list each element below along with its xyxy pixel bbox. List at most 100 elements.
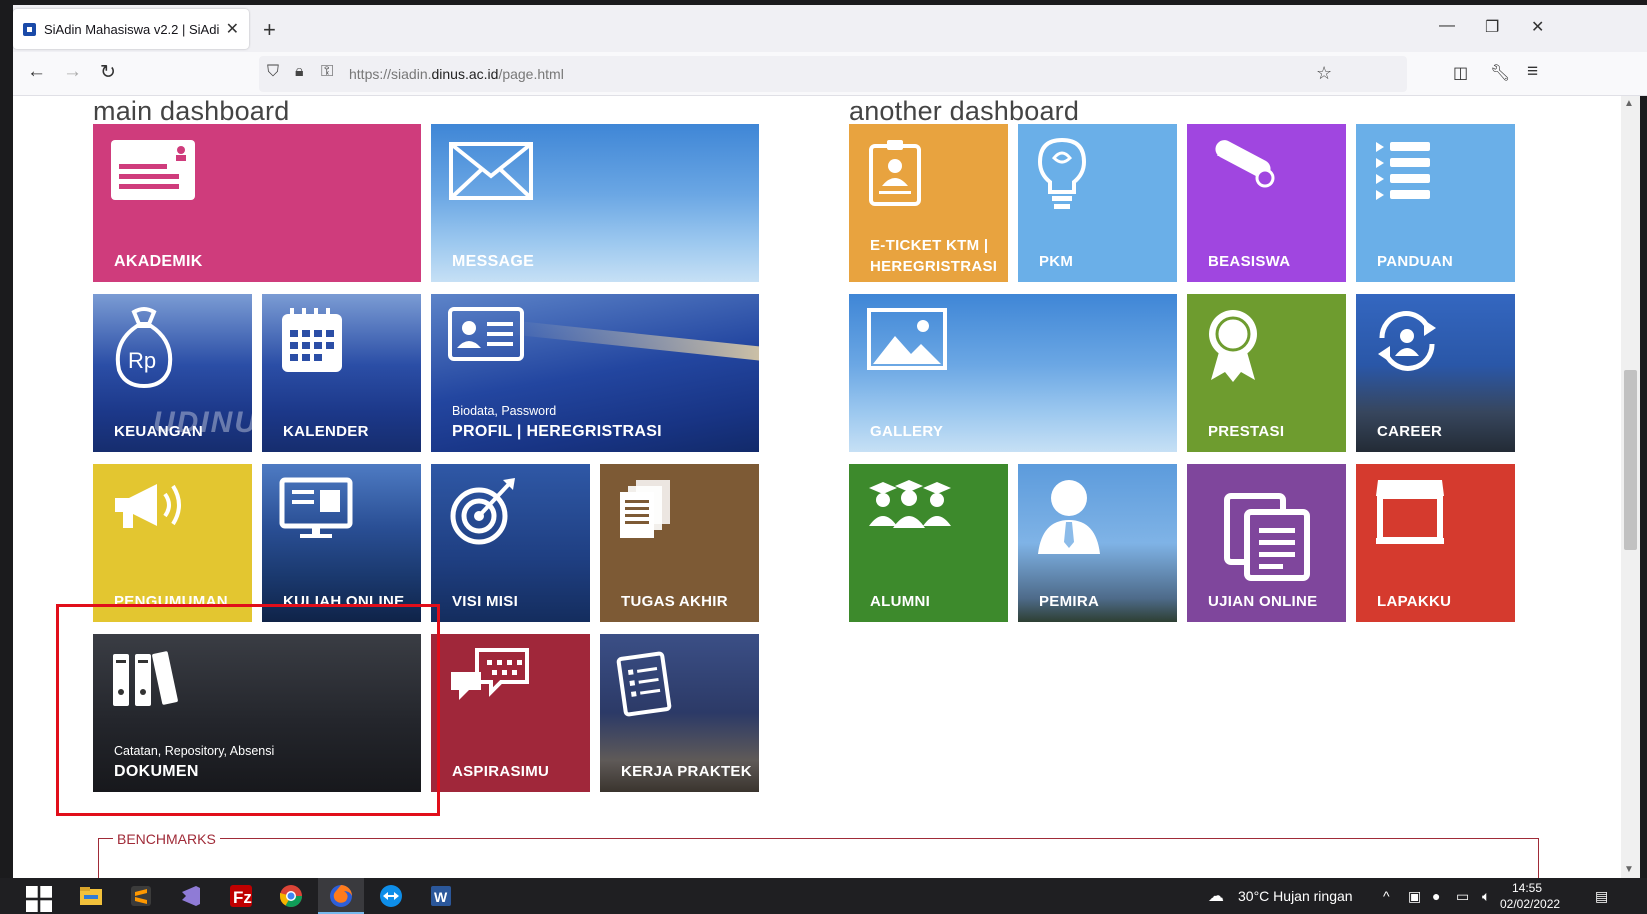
tile-aspirasimu[interactable]: ASPIRASIMU bbox=[431, 634, 590, 792]
restore-icon[interactable]: ❐ bbox=[1485, 17, 1499, 37]
notification-icon[interactable]: ▤ bbox=[1595, 888, 1608, 905]
browser-tab-bar: SiAdin Mahasiswa v2.2 | SiAdin ✕ + — ❐ ✕ bbox=[13, 5, 1647, 52]
menu-icon[interactable]: ≡ bbox=[1527, 61, 1538, 83]
main-dashboard-title: main dashboard bbox=[93, 96, 290, 126]
copy-documents-icon bbox=[1224, 493, 1310, 581]
tile-lapakku[interactable]: LAPAKKU bbox=[1356, 464, 1515, 622]
tile-sublabel: Biodata, Password bbox=[452, 404, 557, 418]
tray-device-icon[interactable]: ▣ bbox=[1408, 888, 1421, 905]
tile-label: CAREER bbox=[1377, 423, 1443, 440]
reload-icon[interactable]: ↻ bbox=[100, 61, 116, 84]
weather-text[interactable]: 30°C Hujan ringan bbox=[1238, 888, 1353, 904]
firefox-active-slot[interactable] bbox=[318, 878, 364, 914]
tile-eticket-ktm[interactable]: E-TICKET KTM | HEREGRISTRASI bbox=[849, 124, 1008, 282]
tile-label: PRESTASI bbox=[1208, 423, 1285, 440]
tile-keuangan[interactable]: UDINUS Rp KEUANGAN bbox=[93, 294, 252, 452]
close-tab-icon[interactable]: ✕ bbox=[226, 19, 239, 39]
pocket-icon[interactable]: ◫ bbox=[1453, 63, 1468, 83]
tile-kuliah-online[interactable]: KULIAH ONLINE bbox=[262, 464, 421, 622]
list-icon bbox=[1376, 142, 1430, 200]
tile-career[interactable]: CAREER bbox=[1356, 294, 1515, 452]
diploma-icon bbox=[1215, 140, 1275, 188]
weather-cloud-icon[interactable]: ☁ bbox=[1208, 886, 1224, 906]
browser-tab[interactable]: SiAdin Mahasiswa v2.2 | SiAdin ✕ bbox=[13, 9, 249, 49]
bookmark-star-icon[interactable]: ☆ bbox=[1316, 63, 1332, 84]
tile-label: PANDUAN bbox=[1377, 253, 1453, 270]
scroll-up-icon[interactable]: ▲ bbox=[1624, 98, 1634, 109]
tile-gallery[interactable]: GALLERY bbox=[849, 294, 1177, 452]
minimize-icon[interactable]: — bbox=[1439, 17, 1455, 35]
monitor-icon bbox=[279, 477, 353, 538]
tile-akademik[interactable]: AKADEMIK bbox=[93, 124, 421, 282]
chat-bubbles-icon bbox=[451, 648, 529, 700]
tile-label: ASPIRASIMU bbox=[452, 763, 550, 780]
tray-app-icon[interactable]: ● bbox=[1432, 888, 1440, 904]
svg-text:W: W bbox=[434, 889, 448, 905]
tray-chevron-icon[interactable]: ^ bbox=[1383, 888, 1390, 904]
chrome-icon[interactable] bbox=[278, 883, 304, 909]
profile-card-icon bbox=[448, 307, 524, 361]
envelope-icon bbox=[449, 142, 533, 200]
firefox-icon[interactable] bbox=[328, 883, 354, 909]
tile-alumni[interactable]: ALUMNI bbox=[849, 464, 1008, 622]
tile-label: UJIAN ONLINE bbox=[1208, 593, 1318, 610]
key-icon[interactable]: ⚿ bbox=[321, 63, 333, 81]
tile-pkm[interactable]: PKM bbox=[1018, 124, 1177, 282]
scroll-down-icon[interactable]: ▼ bbox=[1624, 864, 1634, 875]
page-scrollbar[interactable]: ▲ ▼ bbox=[1621, 96, 1640, 878]
megaphone-icon bbox=[115, 484, 181, 528]
clock-time[interactable]: 14:55 bbox=[1512, 881, 1542, 895]
tile-dokumen[interactable]: Catatan, Repository, Absensi DOKUMEN bbox=[93, 634, 421, 792]
image-icon bbox=[867, 308, 947, 370]
tile-label: PENGUMUMAN bbox=[114, 593, 228, 610]
new-tab-icon[interactable]: + bbox=[263, 17, 276, 43]
forward-icon[interactable]: → bbox=[63, 61, 82, 83]
tile-label: PKM bbox=[1039, 253, 1074, 270]
target-icon bbox=[450, 478, 515, 545]
benchmarks-label: BENCHMARKS bbox=[113, 831, 220, 847]
lock-icon[interactable]: 🔒︎ bbox=[295, 63, 304, 81]
another-dashboard-title: another dashboard bbox=[849, 96, 1080, 126]
windows-start-icon[interactable] bbox=[26, 886, 52, 912]
sublime-text-icon[interactable] bbox=[128, 883, 154, 909]
network-icon[interactable]: ▭ bbox=[1456, 888, 1469, 905]
tile-label: TUGAS AKHIR bbox=[621, 593, 728, 610]
visual-studio-icon[interactable] bbox=[178, 883, 204, 909]
tile-tugas-akhir[interactable]: TUGAS AKHIR bbox=[600, 464, 759, 622]
browser-toolbar: ← → ↻ ⛉ 🔒︎ ⚿ https://siadin.dinus.ac.id/… bbox=[13, 52, 1647, 96]
tile-ujian-online[interactable]: UJIAN ONLINE bbox=[1187, 464, 1346, 622]
close-window-icon[interactable]: ✕ bbox=[1531, 17, 1544, 37]
page-content: main dashboard another dashboard AKADEMI… bbox=[13, 96, 1621, 878]
tile-visi-misi[interactable]: VISI MISI bbox=[431, 464, 590, 622]
back-icon[interactable]: ← bbox=[27, 61, 46, 83]
tile-profil-heregristrasi[interactable]: Biodata, Password PROFIL | HEREGRISTRASI bbox=[431, 294, 759, 452]
tile-message[interactable]: MESSAGE bbox=[431, 124, 759, 282]
binders-icon bbox=[113, 651, 178, 706]
volume-icon[interactable]: 🔈︎ bbox=[1482, 888, 1490, 905]
filezilla-icon[interactable]: Fz bbox=[228, 883, 254, 909]
tile-label: VISI MISI bbox=[452, 593, 519, 610]
clock-date[interactable]: 02/02/2022 bbox=[1500, 897, 1560, 911]
teamviewer-icon[interactable] bbox=[378, 883, 404, 909]
store-icon bbox=[1376, 480, 1444, 544]
url-bar[interactable]: ⛉ 🔒︎ ⚿ https://siadin.dinus.ac.id/page.h… bbox=[259, 56, 1407, 92]
tile-label: LAPAKKU bbox=[1377, 593, 1452, 610]
tile-pengumuman[interactable]: PENGUMUMAN bbox=[93, 464, 252, 622]
tile-beasiswa[interactable]: BEASISWA bbox=[1187, 124, 1346, 282]
career-cycle-icon bbox=[1378, 311, 1436, 371]
tile-prestasi[interactable]: PRESTASI bbox=[1187, 294, 1346, 452]
calendar-icon bbox=[282, 308, 342, 372]
tile-pemira[interactable]: PEMIRA bbox=[1018, 464, 1177, 622]
scroll-thumb[interactable] bbox=[1624, 370, 1637, 550]
word-icon[interactable]: W bbox=[428, 883, 454, 909]
tile-label: PEMIRA bbox=[1039, 593, 1100, 610]
url-text[interactable]: https://siadin.dinus.ac.id/page.html bbox=[349, 66, 564, 82]
tile-kerja-praktek[interactable]: KERJA PRAKTEK bbox=[600, 634, 759, 792]
file-explorer-icon[interactable] bbox=[78, 883, 104, 909]
tile-label: KULIAH ONLINE bbox=[283, 593, 405, 610]
tile-panduan[interactable]: PANDUAN bbox=[1356, 124, 1515, 282]
tile-kalender[interactable]: KALENDER bbox=[262, 294, 421, 452]
shield-icon[interactable]: ⛉ bbox=[267, 63, 279, 81]
wrench-icon[interactable]: 🔧︎ bbox=[1490, 63, 1510, 83]
graduates-icon bbox=[869, 480, 951, 528]
